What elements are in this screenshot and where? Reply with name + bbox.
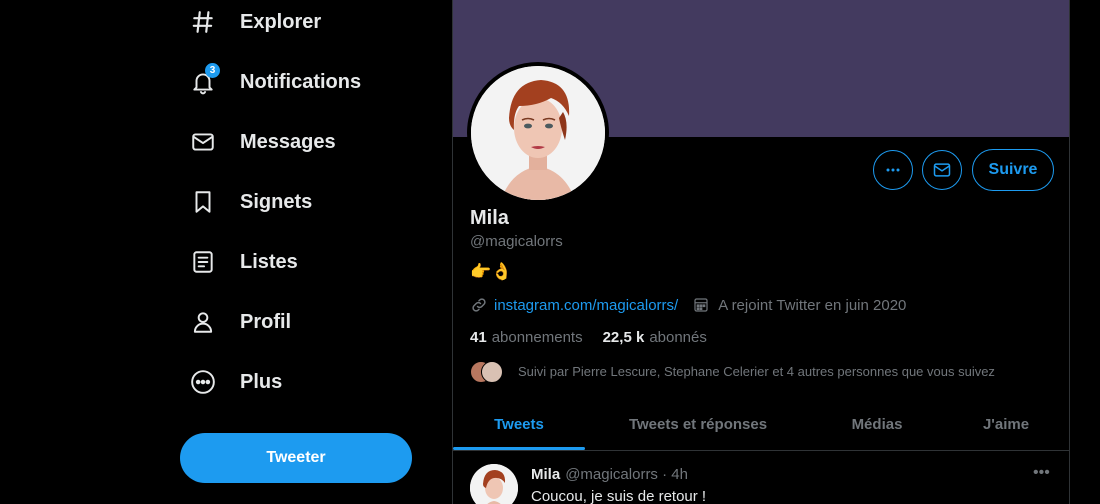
tab-label: Tweets et réponses [628,415,768,433]
sidebar-item-label: Messages [240,130,336,153]
tab-label: Médias [851,415,903,433]
tweet-item[interactable]: Mila @magicalorrs · 4h Coucou, je suis d… [453,452,1069,504]
link-icon [472,298,486,312]
active-tab-indicator [453,447,585,450]
profile-column: Suivre Mila @magicalorrs 👉👌 instagram.co… [452,0,1070,504]
followed-by-avatars [470,361,504,383]
profile-avatar[interactable] [467,62,609,204]
avatar-portrait-image [471,66,605,200]
sidebar-item-label: Profil [240,310,292,333]
sidebar-item-explorer[interactable]: Explorer [190,2,321,42]
hashtag-icon [190,6,222,38]
tweet-text: Coucou, je suis de retour ! [531,488,707,504]
sidebar-item-listes[interactable]: Listes [190,242,298,282]
avatar-portrait-image [470,464,518,504]
profile-handle: @magicalorrs [470,233,563,250]
following-count: 41 [470,329,487,346]
profile-meta: instagram.com/magicalorrs/ A rejoint Twi… [470,296,906,314]
avatar [481,361,503,383]
sidebar-item-plus[interactable]: Plus [190,362,282,402]
tab-medias[interactable]: Médias [827,398,927,450]
sidebar-item-label: Listes [240,250,298,273]
followed-by[interactable]: Suivi par Pierre Lescure, Stephane Celer… [470,361,995,383]
sidebar-item-label: Plus [240,370,283,393]
tweet-header: Mila @magicalorrs · 4h [531,466,688,483]
message-button[interactable] [922,150,962,190]
sidebar-nav: Explorer 3 Notifications Messages Signet… [0,0,452,504]
tweet-avatar[interactable] [470,464,518,504]
calendar-icon [694,298,708,312]
tab-tweets-replies[interactable]: Tweets et réponses [603,398,793,450]
bell-icon: 3 [190,63,222,98]
more-dots-icon [886,168,900,172]
profile-link[interactable]: instagram.com/magicalorrs/ [494,297,678,314]
more-options-button[interactable] [873,150,913,190]
envelope-icon [933,163,951,177]
tweet-meta: @magicalorrs · 4h [565,466,688,483]
notification-badge: 3 [205,63,220,78]
sidebar-item-signets[interactable]: Signets [190,182,312,222]
list-icon [190,246,222,278]
sidebar-item-label: Notifications [240,70,362,93]
profile-stats: 41 abonnements 22,5 k abonnés [470,329,707,346]
envelope-icon [190,126,222,158]
sidebar-item-notifications[interactable]: 3 Notifications [190,62,361,102]
tweet-author-name[interactable]: Mila [531,466,560,483]
profile-tabs: Tweets Tweets et réponses Médias J'aime [453,398,1069,451]
followers-count: 22,5 k [602,329,645,346]
sidebar-item-messages[interactable]: Messages [190,122,336,162]
tweet-more-icon[interactable]: ••• [1033,464,1050,482]
sidebar-item-profil[interactable]: Profil [190,302,291,342]
followers-stat[interactable]: 22,5 k abonnés [603,329,707,346]
profile-name: Mila [470,207,509,229]
followed-by-text: Suivi par Pierre Lescure, Stephane Celer… [518,363,995,379]
tab-tweets[interactable]: Tweets [453,398,585,450]
tweet-button[interactable]: Tweeter [180,433,412,483]
joined-date: A rejoint Twitter en juin 2020 [718,296,907,314]
more-circle-icon [190,366,222,398]
tab-label: J'aime [982,415,1030,433]
person-icon [190,306,222,338]
bookmark-icon [190,186,222,218]
following-label: abonnements [491,329,583,346]
sidebar-item-label: Signets [240,190,313,213]
profile-bio: 👉👌 [470,262,513,281]
tab-likes[interactable]: J'aime [965,398,1047,450]
follow-button[interactable]: Suivre [972,149,1054,191]
sidebar-item-label: Explorer [240,10,322,33]
tab-label: Tweets [494,415,544,433]
followers-label: abonnés [649,329,707,346]
following-stat[interactable]: 41 abonnements [470,329,583,346]
